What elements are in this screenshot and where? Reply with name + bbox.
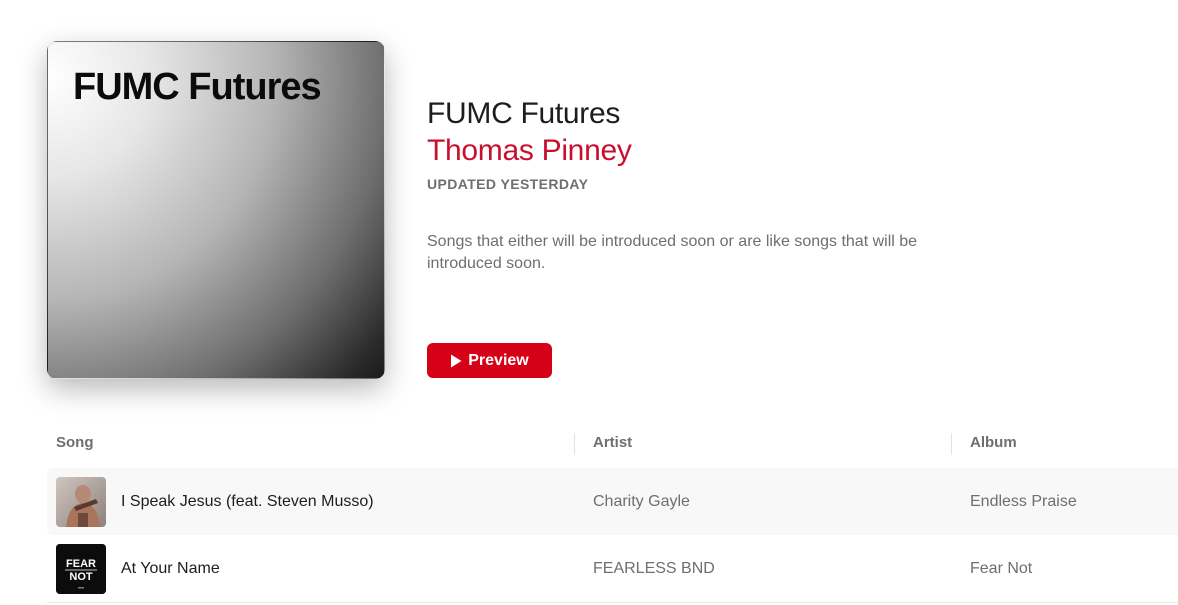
album-art-text-top: FEAR — [66, 558, 96, 570]
column-header-artist[interactable]: Artist — [593, 434, 632, 451]
playlist-artwork: FUMC Futures — [47, 41, 385, 379]
track-table-header: Song Artist Album — [47, 428, 1178, 460]
column-divider — [574, 433, 575, 455]
table-row[interactable]: FEAR NOT At Your Name FEARLESS BND Fear … — [47, 535, 1178, 602]
playlist-description: Songs that either will be introduced soo… — [427, 233, 918, 272]
row-divider — [47, 602, 1178, 603]
column-header-album[interactable]: Album — [970, 434, 1017, 451]
play-icon — [451, 354, 462, 367]
artist-name[interactable]: FEARLESS BND — [593, 535, 715, 602]
playlist-title: FUMC Futures — [427, 97, 621, 130]
playlist-owner-link[interactable]: Thomas Pinney — [427, 132, 1047, 170]
artist-name[interactable]: Charity Gayle — [593, 468, 690, 535]
table-row[interactable]: I Speak Jesus (feat. Steven Musso) Chari… — [47, 468, 1178, 535]
album-name[interactable]: Endless Praise — [970, 468, 1077, 535]
album-art-icon[interactable] — [56, 477, 106, 527]
column-header-song[interactable]: Song — [56, 434, 94, 451]
preview-button[interactable]: Preview — [427, 343, 552, 378]
playlist-header: FUMC Futures Thomas Pinney UPDATED YESTE… — [427, 96, 1047, 192]
preview-button-label: Preview — [468, 351, 529, 369]
artwork-title: FUMC Futures — [73, 66, 322, 108]
album-name[interactable]: Fear Not — [970, 535, 1032, 602]
playlist-updated: UPDATED YESTERDAY — [427, 176, 589, 192]
album-art-icon[interactable]: FEAR NOT — [56, 544, 106, 594]
song-title[interactable]: I Speak Jesus (feat. Steven Musso) — [121, 468, 374, 535]
song-title[interactable]: At Your Name — [121, 535, 220, 602]
album-art-text-bottom: NOT — [69, 571, 93, 583]
column-divider — [951, 433, 952, 455]
